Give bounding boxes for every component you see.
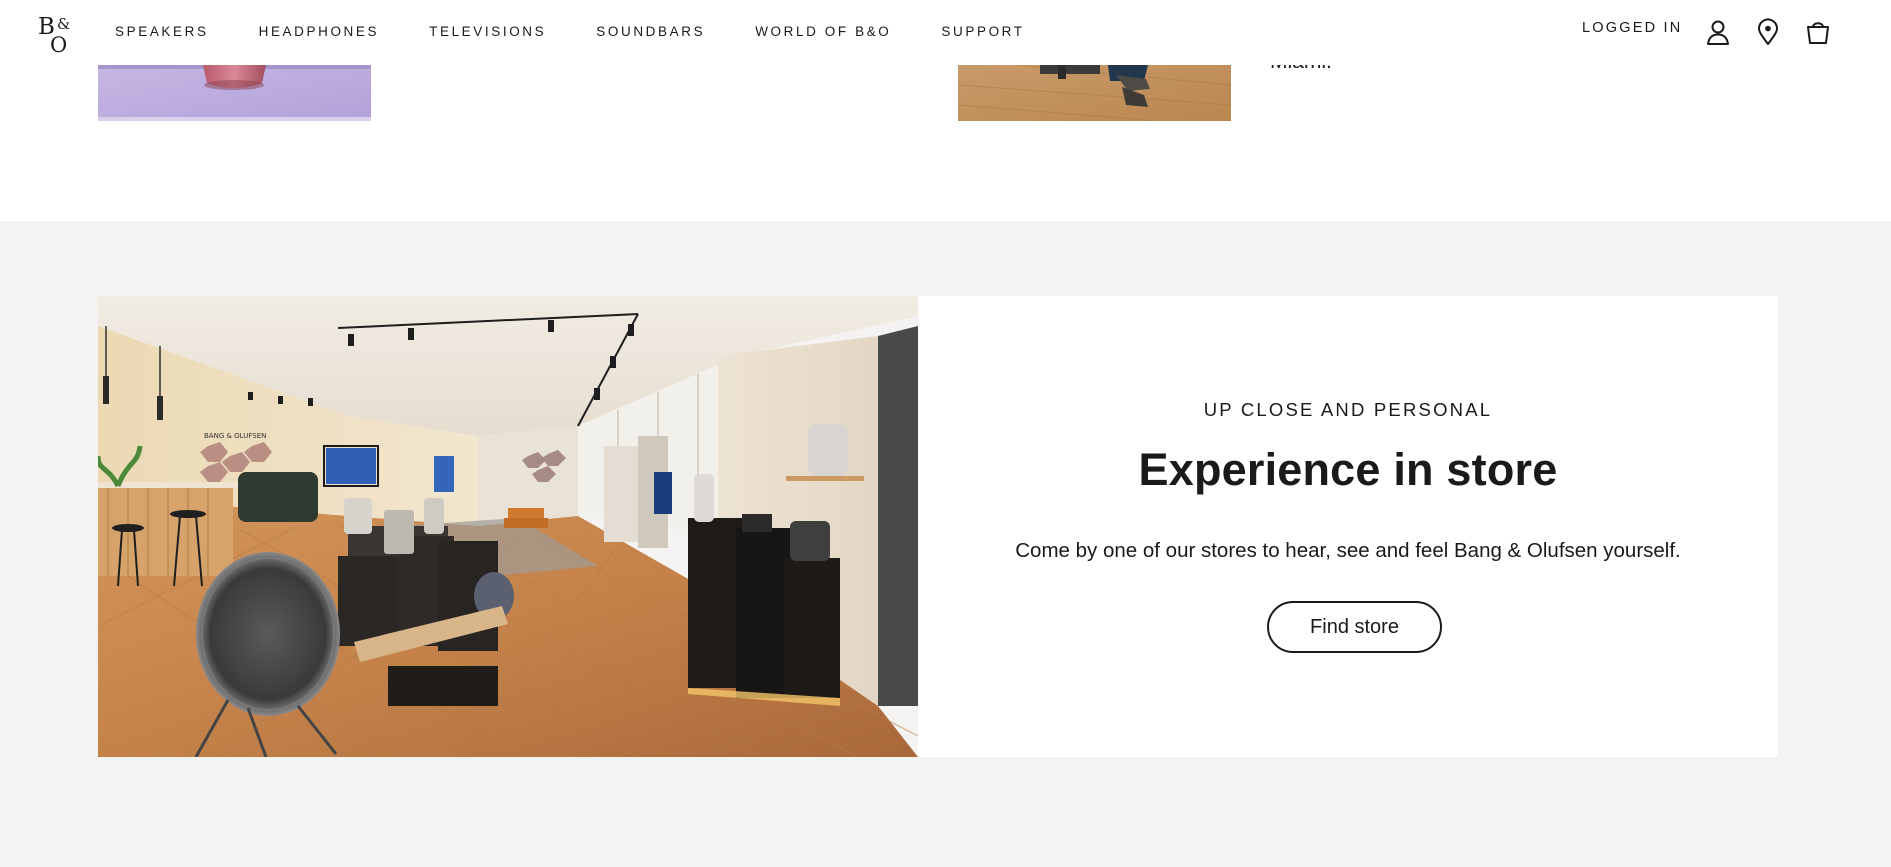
shopping-bag-icon[interactable] xyxy=(1804,18,1832,46)
main-nav: SPEAKERS HEADPHONES TELEVISIONS SOUNDBAR… xyxy=(115,24,1075,39)
section-description: Come by one of our stores to hear, see a… xyxy=(1015,539,1681,562)
nav-soundbars[interactable]: SOUNDBARS xyxy=(596,24,705,39)
svg-text:O: O xyxy=(50,33,67,54)
store-sign-text: BANG & OLUFSEN xyxy=(204,432,266,440)
bo-logo[interactable]: B & O xyxy=(37,12,79,54)
store-info-card: UP CLOSE AND PERSONAL Experience in stor… xyxy=(918,296,1778,757)
nav-world-of-bo[interactable]: WORLD OF B&O xyxy=(755,24,891,39)
section-title: Experience in store xyxy=(1138,444,1558,495)
nav-televisions[interactable]: TELEVISIONS xyxy=(429,24,546,39)
site-header: B & O SPEAKERS HEADPHONES TELEVISIONS SO… xyxy=(0,0,1891,65)
section-eyebrow: UP CLOSE AND PERSONAL xyxy=(1203,399,1493,420)
store-interior-image[interactable]: BANG & OLUFSEN xyxy=(98,296,918,757)
nav-support[interactable]: SUPPORT xyxy=(941,24,1024,39)
svg-text:&: & xyxy=(57,15,70,33)
lifestyle-image[interactable] xyxy=(958,65,1231,121)
nav-headphones[interactable]: HEADPHONES xyxy=(259,24,380,39)
account-status[interactable]: LOGGED IN xyxy=(1582,20,1682,36)
find-store-button[interactable]: Find store xyxy=(1267,601,1442,653)
nav-speakers[interactable]: SPEAKERS xyxy=(115,24,209,39)
speaker-product-image[interactable] xyxy=(98,65,371,121)
location-pin-icon[interactable] xyxy=(1754,18,1782,46)
user-icon[interactable] xyxy=(1704,18,1732,46)
